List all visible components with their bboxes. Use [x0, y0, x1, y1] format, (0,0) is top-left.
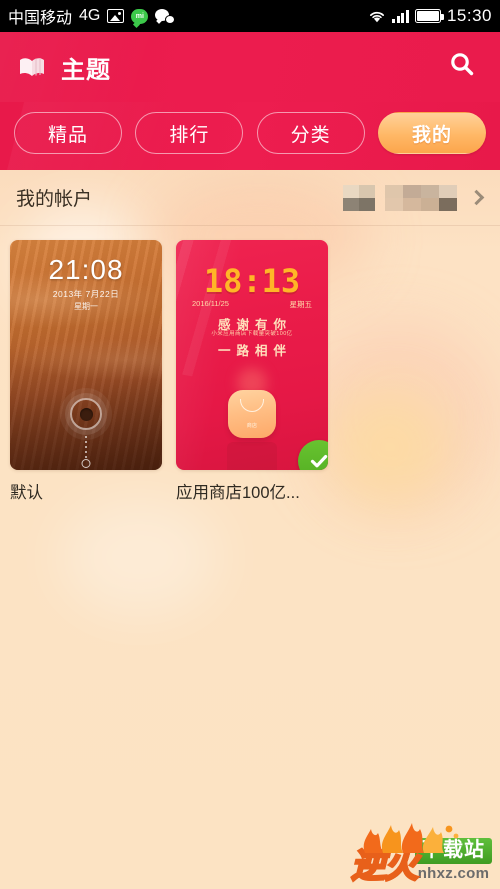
theme-name: 应用商店100亿...	[176, 484, 300, 502]
my-account-value-masked	[343, 184, 485, 211]
preview-weekday: 星期一	[74, 302, 98, 311]
app-header: 主题	[0, 32, 500, 102]
wifi-icon	[368, 9, 386, 23]
preview-clock: 21:08	[48, 254, 124, 285]
search-icon	[447, 50, 477, 85]
chevron-right-icon	[468, 189, 485, 206]
preview-dock-shadow	[227, 442, 277, 470]
tab-jingpin[interactable]: 精品	[14, 112, 122, 154]
tab-fenlei[interactable]: 分类	[256, 112, 365, 154]
site-watermark: 逆火 下载站 nhxz.com	[350, 823, 492, 884]
appstore-bag-icon: 商店	[228, 390, 276, 438]
my-account-label: 我的帐户	[16, 189, 93, 210]
theme-name: 默认	[10, 484, 43, 502]
page-title: 主题	[61, 56, 111, 84]
theme-book-icon	[18, 54, 48, 80]
status-bar-right: 15:30	[368, 6, 492, 26]
status-bar: 中国移动 4G mi 15:30	[0, 0, 500, 32]
flame-icon	[357, 815, 467, 855]
watermark-brand-block: 逆火	[350, 823, 459, 884]
preview-date: 2016/11/25	[192, 299, 229, 308]
preview-weekday: 星期五	[289, 300, 313, 309]
my-account-row[interactable]: 我的帐户	[0, 170, 500, 226]
status-bar-clock: 15:30	[446, 6, 492, 25]
network-type: 4G	[79, 7, 101, 24]
watermark-url: nhxz.com	[417, 865, 490, 882]
theme-grid: 21:08 2013年 7月22日 星期一 默认 18:13 2016/11/2…	[0, 226, 500, 503]
theme-card-appstore[interactable]: 18:13 2016/11/25 星期五 感谢有你 小米应用商店下载量突破100…	[176, 240, 328, 503]
appstore-icon-label: 商店	[246, 423, 258, 429]
photo-icon	[107, 9, 125, 23]
lock-ring-icon	[70, 398, 102, 430]
preview-date-row: 2016/11/25 星期五	[192, 299, 312, 310]
mosaic-block-large	[385, 184, 457, 211]
search-button[interactable]	[442, 47, 482, 87]
carrier-name: 中国移动	[8, 10, 73, 27]
preview-slogan-line3: 一路相伴	[217, 344, 292, 358]
signal-icon	[392, 9, 409, 23]
theme-card-default[interactable]: 21:08 2013年 7月22日 星期一 默认	[10, 240, 162, 503]
theme-thumbnail[interactable]: 21:08 2013年 7月22日 星期一	[10, 240, 162, 470]
tab-paihang[interactable]: 排行	[135, 112, 244, 154]
battery-icon	[414, 9, 444, 23]
preview-date: 2013年 7月22日	[52, 289, 120, 299]
tab-label: 我的	[411, 124, 452, 146]
lock-dots-decoration	[85, 436, 87, 458]
tab-wode[interactable]: 我的	[377, 112, 486, 154]
theme-thumbnail[interactable]: 18:13 2016/11/25 星期五 感谢有你 小米应用商店下载量突破100…	[176, 240, 328, 470]
status-bar-left: 中国移动 4G mi	[8, 4, 176, 28]
wechat-icon	[155, 8, 176, 24]
app-brand: 主题	[18, 50, 111, 85]
lock-bottom-icon	[81, 459, 91, 468]
mi-message-icon: mi	[131, 8, 149, 24]
category-tabbar: 精品 排行 分类 我的	[0, 102, 500, 170]
tab-label: 分类	[290, 124, 331, 146]
mosaic-block-small	[343, 184, 375, 211]
tab-label: 排行	[169, 124, 210, 146]
tab-label: 精品	[47, 124, 88, 146]
preview-slogan-line2: 小米应用商店下载量突破100亿	[211, 331, 293, 337]
preview-clock: 18:13	[203, 262, 301, 300]
